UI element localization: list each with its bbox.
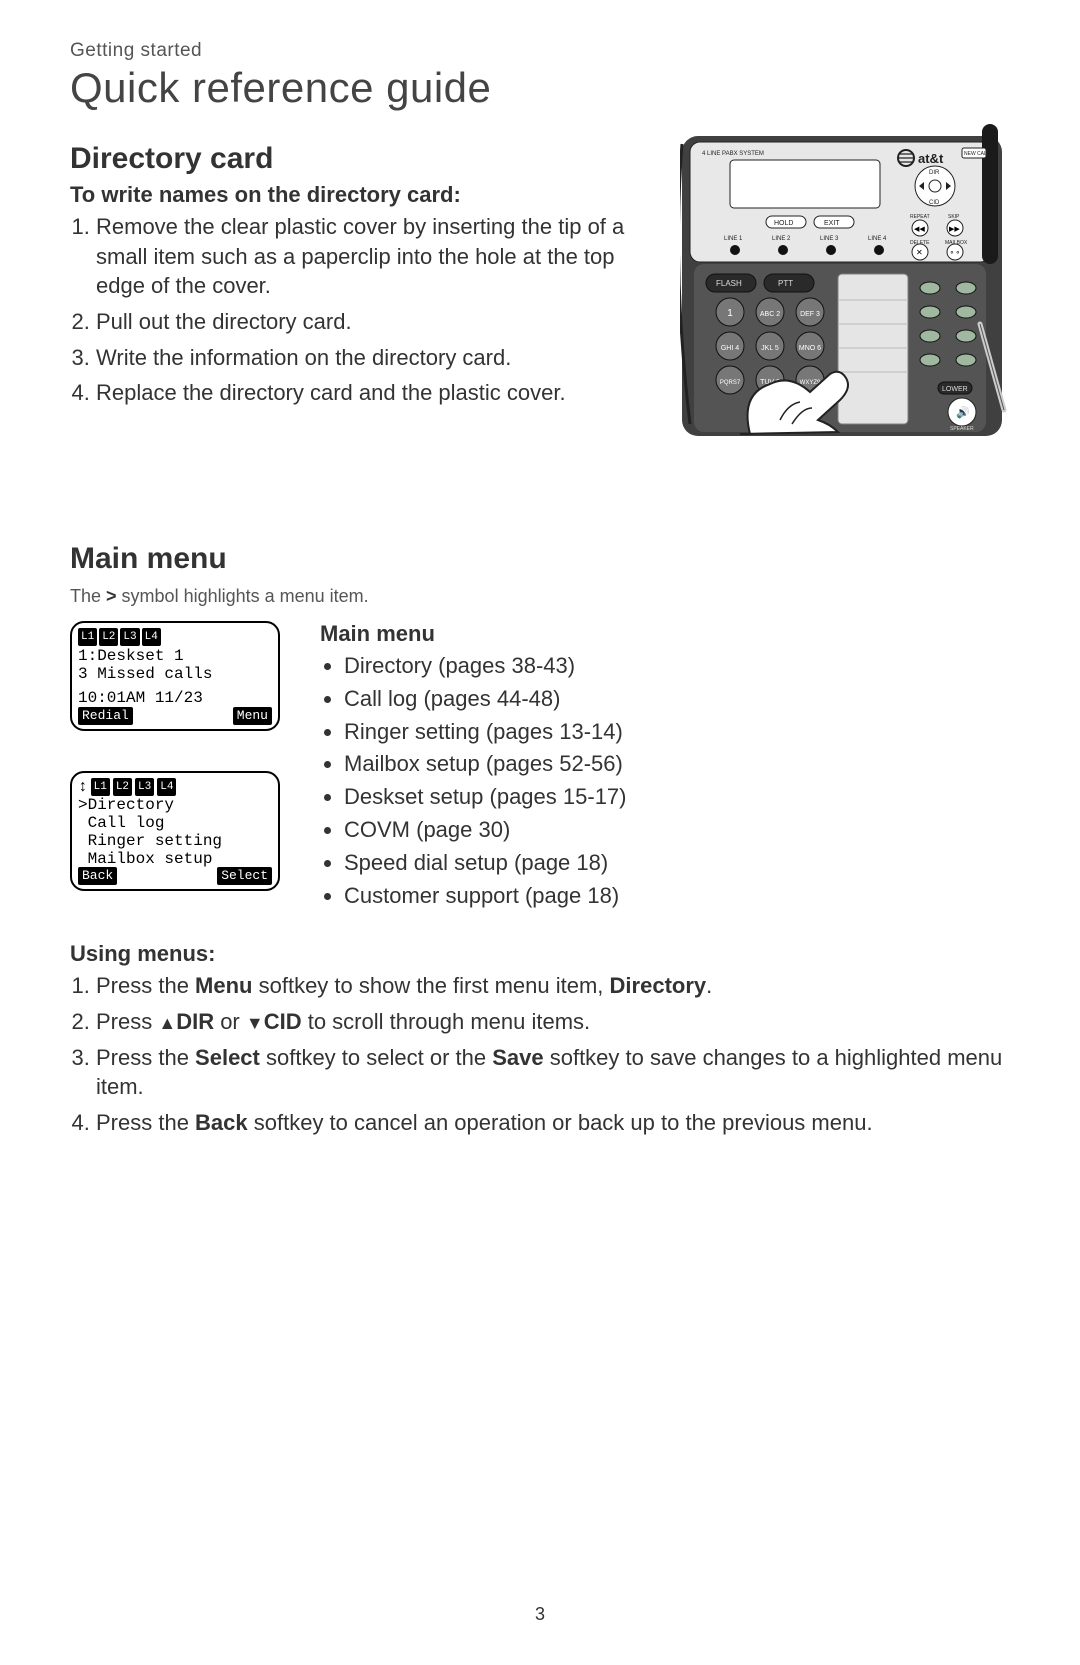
svg-text:GHI 4: GHI 4 xyxy=(721,345,739,352)
note-symbol-highlight: The > symbol highlights a menu item. xyxy=(70,586,1010,607)
triangle-up-icon: ▲ xyxy=(158,1011,176,1035)
list-item: Speed dial setup (page 18) xyxy=(344,848,627,879)
subheading-main-menu-list: Main menu xyxy=(320,621,627,647)
svg-text:DEF 3: DEF 3 xyxy=(800,311,820,318)
subheading-write-names: To write names on the directory card: xyxy=(70,182,656,208)
page-title: Quick reference guide xyxy=(70,64,1010,112)
svg-text:ABC 2: ABC 2 xyxy=(760,311,780,318)
svg-text:🔊: 🔊 xyxy=(956,405,970,419)
svg-text:REPEAT: REPEAT xyxy=(910,214,930,220)
svg-text:LINE 1: LINE 1 xyxy=(724,236,743,242)
svg-text:HOLD: HOLD xyxy=(774,220,793,227)
breadcrumb: Getting started xyxy=(70,40,1010,62)
list-item: Press the Back softkey to cancel an oper… xyxy=(96,1108,1010,1138)
list-item: COVM (page 30) xyxy=(344,815,627,846)
list-item: Pull out the directory card. xyxy=(96,307,656,337)
svg-text:EXIT: EXIT xyxy=(824,220,840,227)
list-item: Call log (pages 44-48) xyxy=(344,684,627,715)
list-item: Write the information on the directory c… xyxy=(96,343,656,373)
svg-text:SPEAKER: SPEAKER xyxy=(950,426,974,432)
list-item: Mailbox setup (pages 52-56) xyxy=(344,749,627,780)
lcd-screenshot-idle: L1 L2 L3 L4 1:Deskset 1 3 Missed calls 1… xyxy=(70,621,280,731)
lcd-screenshot-menu: ↕ L1 L2 L3 L4 >Directory Call log Ringer… xyxy=(70,771,280,891)
svg-text:LINE 3: LINE 3 xyxy=(820,236,839,242)
svg-text:FLASH: FLASH xyxy=(716,279,742,288)
using-menus-steps: Press the Menu softkey to show the first… xyxy=(70,971,1010,1137)
svg-text:◀◀: ◀◀ xyxy=(914,226,925,233)
svg-text:✕: ✕ xyxy=(916,248,923,257)
list-item: Press the Select softkey to select or th… xyxy=(96,1043,1010,1102)
list-item: Replace the directory card and the plast… xyxy=(96,378,656,408)
section-heading-directory-card: Directory card xyxy=(70,142,656,176)
svg-text:DIR: DIR xyxy=(929,170,940,176)
main-menu-items: Directory (pages 38-43) Call log (pages … xyxy=(320,651,627,911)
list-item: Directory (pages 38-43) xyxy=(344,651,627,682)
list-item: Press ▲DIR or ▼CID to scroll through men… xyxy=(96,1007,1010,1037)
svg-text:4 LINE PABX SYSTEM: 4 LINE PABX SYSTEM xyxy=(702,151,764,157)
svg-text:MNO 6: MNO 6 xyxy=(799,345,821,352)
triangle-down-icon: ▼ xyxy=(246,1011,264,1035)
svg-text:LINE 2: LINE 2 xyxy=(772,236,791,242)
svg-text:1: 1 xyxy=(727,308,733,319)
svg-text:⚬⚬: ⚬⚬ xyxy=(949,250,961,257)
list-item: Deskset setup (pages 15-17) xyxy=(344,782,627,813)
svg-text:JKL 5: JKL 5 xyxy=(761,345,779,352)
svg-text:CID: CID xyxy=(929,200,940,206)
svg-text:▶▶: ▶▶ xyxy=(949,226,960,233)
list-item: Ringer setting (pages 13-14) xyxy=(344,717,627,748)
list-item: Press the Menu softkey to show the first… xyxy=(96,971,1010,1001)
svg-text:NEW CALL: NEW CALL xyxy=(964,151,990,157)
list-item: Remove the clear plastic cover by insert… xyxy=(96,212,656,301)
directory-steps-list: Remove the clear plastic cover by insert… xyxy=(70,212,656,408)
section-heading-main-menu: Main menu xyxy=(70,542,1010,576)
page-number: 3 xyxy=(0,1604,1080,1625)
svg-text:PTT: PTT xyxy=(778,279,793,288)
phone-illustration: at&t 4 LINE PABX SYSTEM NEW CALL DIR CID… xyxy=(680,124,1010,444)
svg-text:SKIP: SKIP xyxy=(948,214,960,220)
svg-text:PQRS7: PQRS7 xyxy=(720,380,741,386)
subheading-using-menus: Using menus: xyxy=(70,941,1010,967)
svg-text:LINE 4: LINE 4 xyxy=(868,236,887,242)
list-item: Customer support (page 18) xyxy=(344,881,627,912)
svg-text:at&t: at&t xyxy=(918,151,944,166)
svg-text:LOWER: LOWER xyxy=(942,386,968,393)
